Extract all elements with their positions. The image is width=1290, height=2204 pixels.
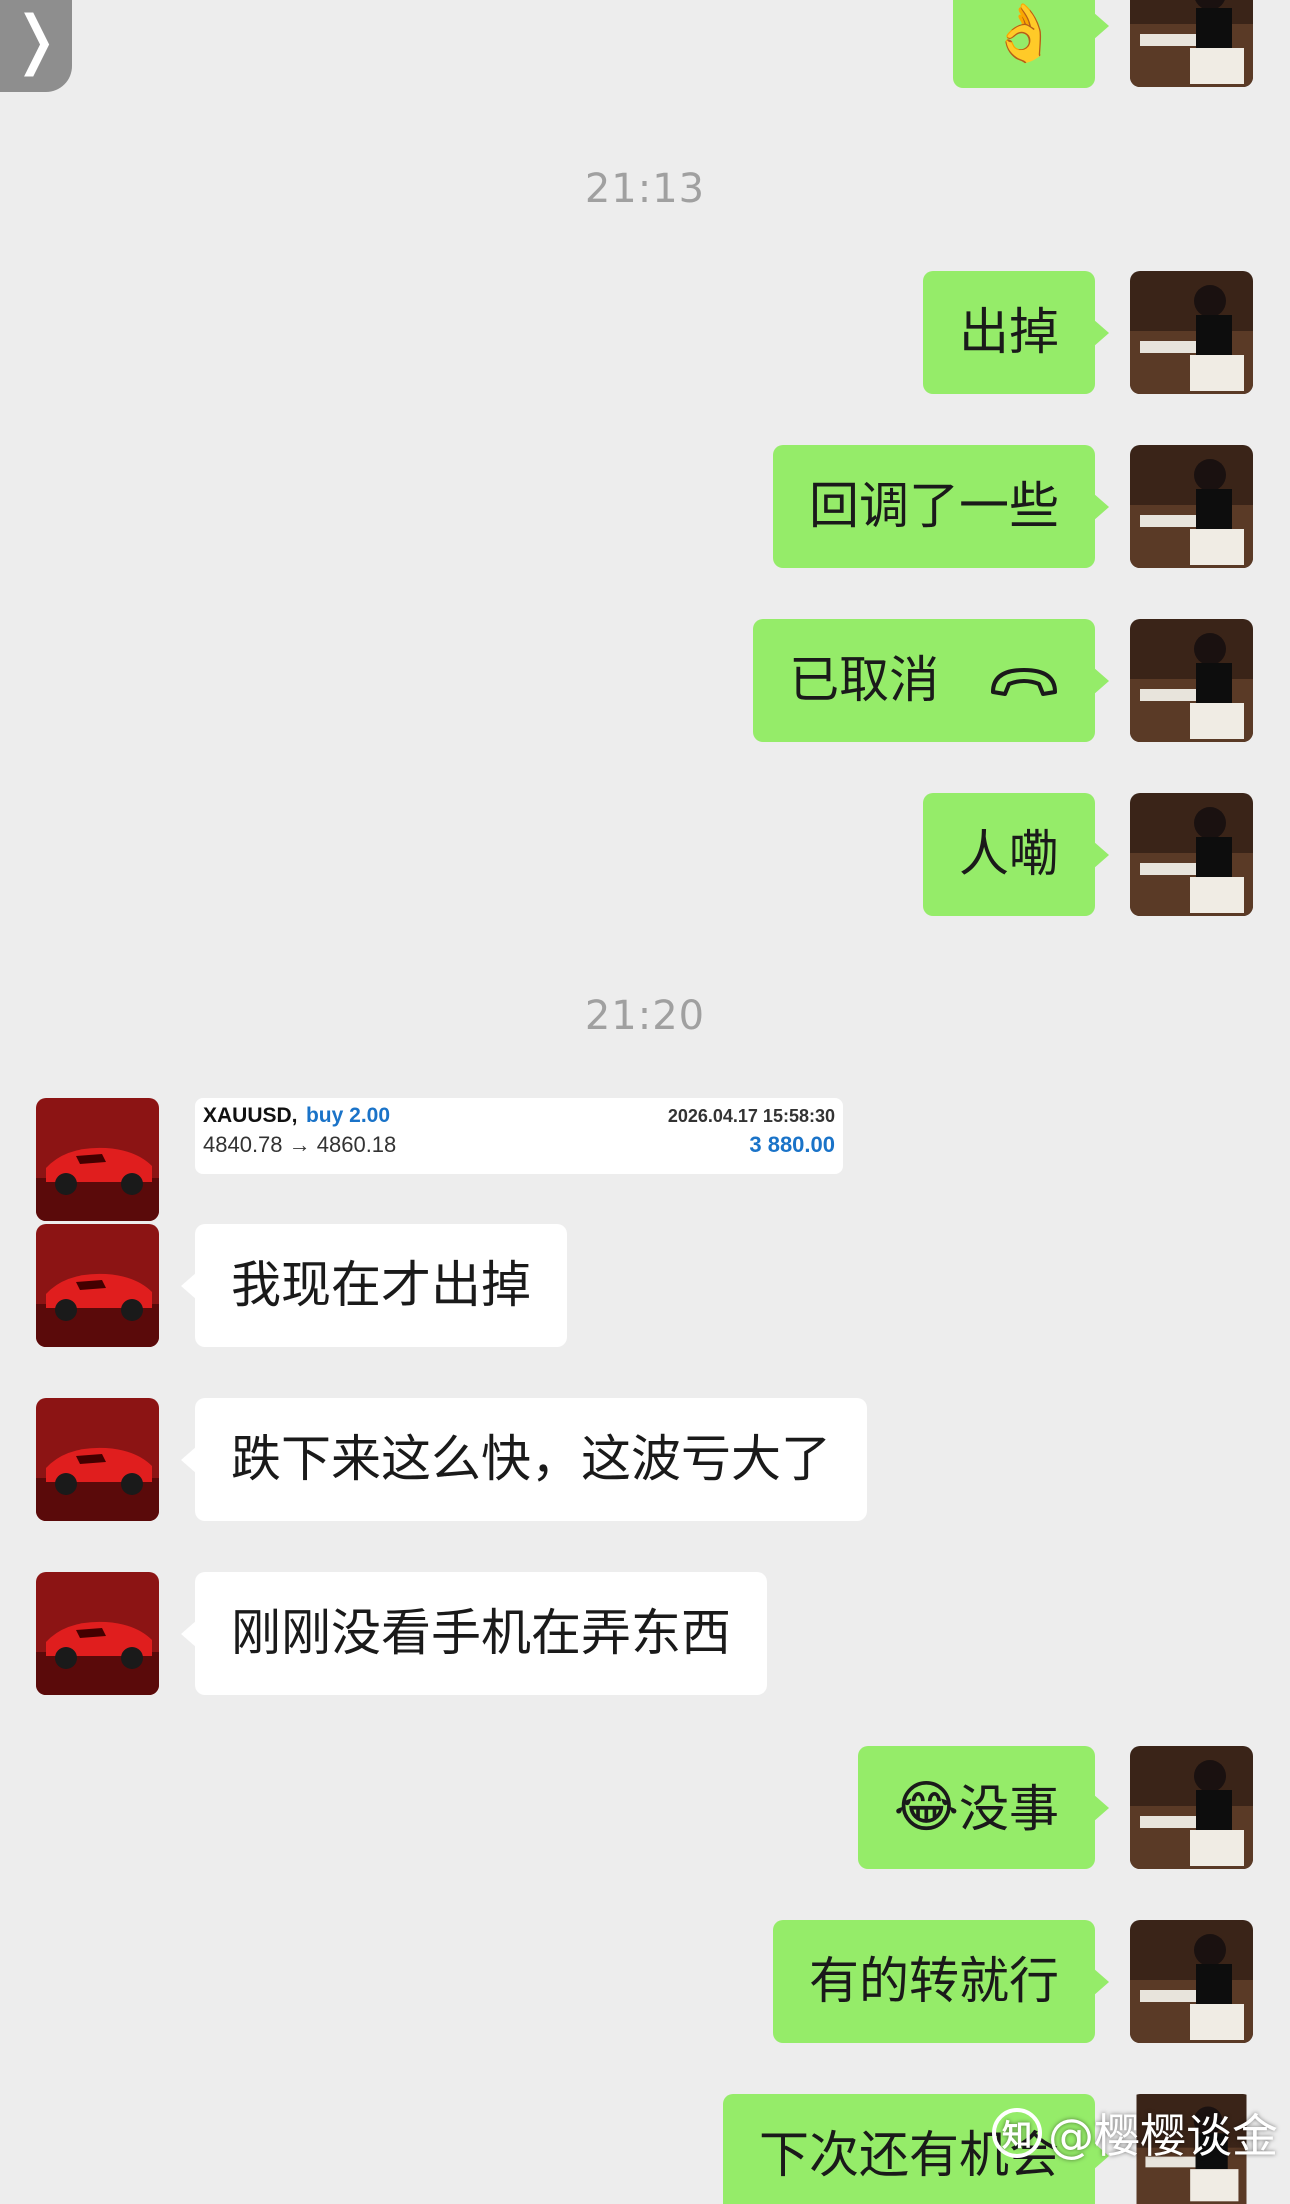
- call-status-text: 已取消: [789, 651, 940, 709]
- watermark-text: @樱樱谈金: [1048, 2109, 1278, 2163]
- message-bubble-self[interactable]: 回调了一些: [773, 445, 1109, 568]
- avatar-self[interactable]: [1130, 793, 1253, 916]
- timestamp: 21:20: [584, 993, 706, 1039]
- zhihu-logo-icon: 知: [992, 2108, 1042, 2158]
- message-bubble-self[interactable]: 有的转就行: [773, 1920, 1109, 2043]
- chevron-right-icon: ❭: [9, 3, 63, 77]
- trade-datetime: 2026.04.17 15:58:30: [667, 1106, 835, 1126]
- message-text: 有的转就行: [809, 1952, 1059, 2010]
- message-text: 人嘞: [959, 825, 1059, 883]
- message-bubble-self[interactable]: 人嘞: [923, 793, 1109, 916]
- tears-of-joy-emoji: 😂: [893, 1775, 959, 1840]
- trade-side: buy 2.00: [305, 1104, 391, 1127]
- message-bubble-self[interactable]: 👌: [953, 0, 1109, 88]
- avatar-self[interactable]: [1130, 1920, 1253, 2043]
- timestamp: 21:13: [584, 166, 706, 212]
- message-bubble-self[interactable]: 😂没事: [857, 1746, 1110, 1869]
- call-record-bubble[interactable]: 已取消: [753, 619, 1109, 745]
- back-button[interactable]: ❭: [0, 0, 72, 92]
- message-bubble-self[interactable]: 出掉: [923, 271, 1109, 394]
- avatar-self[interactable]: [1130, 271, 1253, 394]
- watermark: 知 @樱樱谈金: [992, 2100, 1278, 2166]
- message-bubble-other[interactable]: 刚刚没看手机在弄东西: [181, 1572, 767, 1695]
- trade-prices: 4840.78 → 4860.18: [203, 1132, 397, 1157]
- avatar-other[interactable]: [36, 1224, 159, 1347]
- avatar-other[interactable]: [36, 1398, 159, 1521]
- message-text: 出掉: [959, 303, 1059, 361]
- phone-hangup-icon: [989, 622, 1059, 745]
- message-bubble-other[interactable]: 我现在才出掉: [181, 1224, 567, 1347]
- avatar-self[interactable]: [1130, 445, 1253, 568]
- trade-symbol: XAUUSD,: [203, 1104, 298, 1127]
- trade-profit: 3 880.00: [749, 1132, 835, 1157]
- avatar-self[interactable]: [1130, 619, 1253, 742]
- message-text: 刚刚没看手机在弄东西: [231, 1604, 731, 1662]
- message-text: 回调了一些: [809, 477, 1059, 535]
- avatar-self[interactable]: [1130, 1746, 1253, 1869]
- avatar-self[interactable]: [1130, 0, 1253, 87]
- avatar-other[interactable]: [36, 1098, 159, 1221]
- message-bubble-other[interactable]: 跌下来这么快，这波亏大了: [181, 1398, 867, 1521]
- ok-hand-emoji: 👌: [989, 1, 1059, 66]
- message-text: 跌下来这么快，这波亏大了: [231, 1430, 831, 1488]
- message-text: 我现在才出掉: [231, 1256, 531, 1314]
- message-text: 没事: [959, 1780, 1059, 1838]
- avatar-other[interactable]: [36, 1572, 159, 1695]
- trade-screenshot-card[interactable]: XAUUSD, buy 2.00 2026.04.17 15:58:30 484…: [195, 1098, 843, 1174]
